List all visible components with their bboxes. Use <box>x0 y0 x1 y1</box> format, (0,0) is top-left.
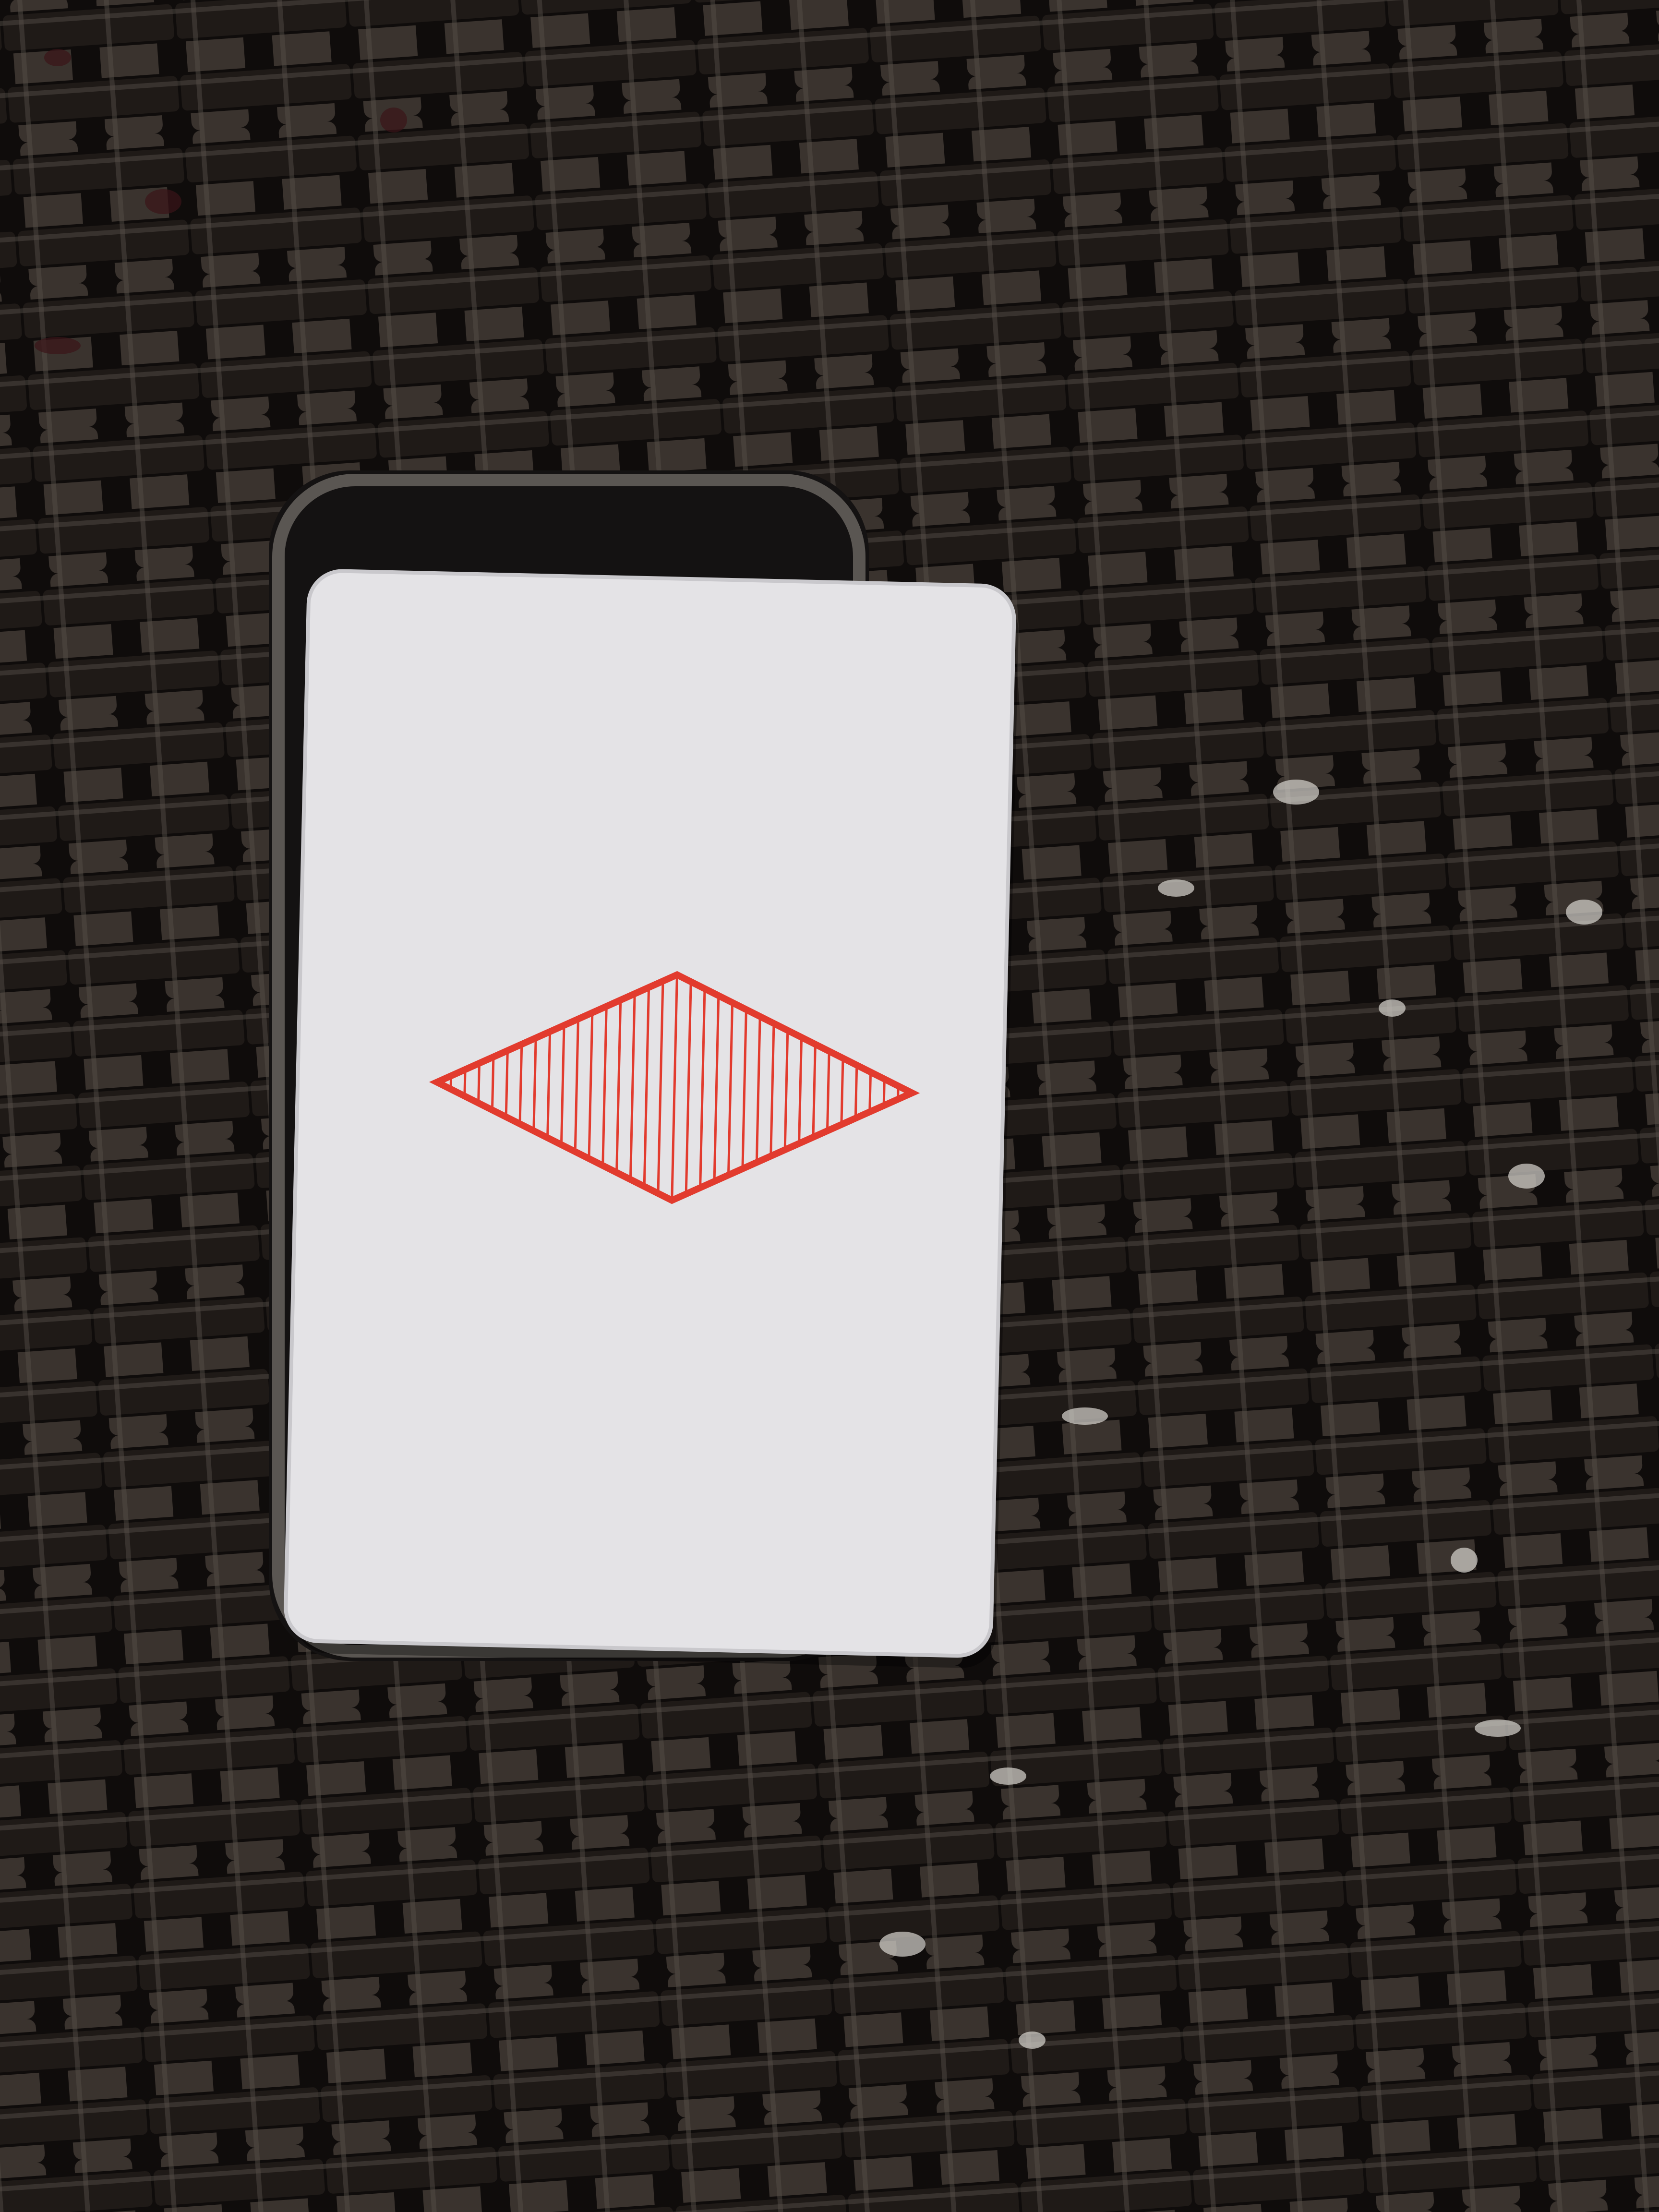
gap-speck <box>145 189 181 214</box>
gap-speck <box>1566 900 1602 925</box>
gap-speck <box>1508 1164 1545 1189</box>
gap-speck <box>1062 1407 1108 1425</box>
gap-speck <box>35 337 81 354</box>
gap-speck <box>1451 1548 1478 1573</box>
card-face <box>284 569 1016 1658</box>
gap-speck <box>1273 780 1319 805</box>
gap-speck <box>1019 2032 1046 2049</box>
photo-scene <box>0 0 1659 2212</box>
gap-speck <box>380 108 407 132</box>
gap-speck <box>1158 879 1194 897</box>
gap-speck <box>1475 1719 1521 1737</box>
playing-card <box>284 569 1019 1668</box>
gap-speck <box>44 49 71 66</box>
gap-speck <box>879 1932 926 1957</box>
gap-speck <box>990 1767 1026 1785</box>
gap-speck <box>1379 999 1406 1017</box>
